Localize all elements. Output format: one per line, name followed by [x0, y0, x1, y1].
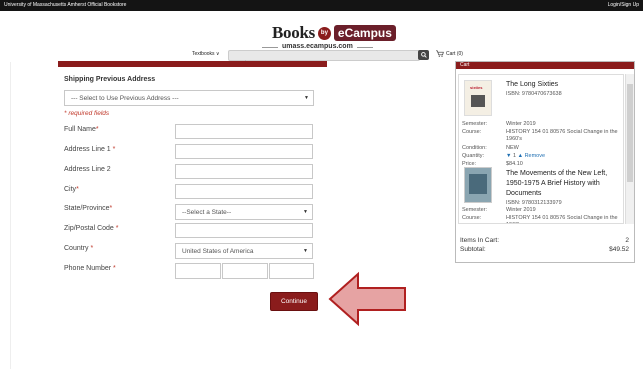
field-label-state: State/Province*	[64, 205, 113, 212]
course-label: Course:	[462, 129, 482, 135]
search-icon	[421, 52, 427, 58]
book-cover-text: sixties	[470, 85, 483, 90]
cart-item-list: sixties The Long Sixties ISBN: 978047067…	[458, 74, 624, 224]
quantity-value: 1	[512, 153, 517, 159]
phone-prefix-field[interactable]	[222, 263, 268, 279]
cart-link-label: Cart (0)	[446, 50, 463, 57]
chevron-down-icon: ▼	[303, 248, 308, 254]
state-select-value: --Select a State--	[182, 209, 232, 216]
logo-by-badge: by	[317, 26, 331, 40]
subtotal-value: $49.52	[609, 246, 629, 253]
cart-item-isbn: ISBN: 9780470673638	[506, 91, 562, 97]
phone-line-field[interactable]	[269, 263, 314, 279]
chevron-down-icon: ▼	[303, 209, 308, 215]
cart-panel-header: Cart	[456, 62, 634, 69]
cart-panel: Cart sixties The Long Sixties ISBN: 9780…	[455, 61, 635, 263]
phone-area-field[interactable]	[175, 263, 221, 279]
shipping-section-header	[58, 61, 327, 67]
textbooks-menu[interactable]: Textbooks ∨	[192, 51, 220, 57]
logo-ecampus-text: eCampus	[333, 25, 396, 41]
scrollbar-thumb[interactable]	[627, 84, 633, 182]
field-label-full-name: Full Name*	[64, 126, 99, 133]
full-name-field[interactable]	[175, 124, 313, 139]
quantity-label: Quantity:	[462, 153, 485, 159]
country-select-value: United States of America	[182, 248, 254, 255]
search-button[interactable]	[418, 50, 429, 60]
address-line-2-field[interactable]	[175, 164, 313, 179]
subtotal-label: Subtotal:	[460, 246, 486, 253]
cart-panel-title: Cart	[460, 62, 470, 68]
state-select[interactable]: --Select a State-- ▼	[175, 204, 313, 220]
decrease-icon[interactable]: ▼	[506, 153, 511, 159]
login-link[interactable]: Login/Sign Up	[608, 0, 639, 11]
required-note: * required fields	[64, 110, 110, 117]
cart-scrollbar[interactable]	[625, 74, 634, 224]
course-label: Course:	[462, 215, 482, 221]
items-in-cart-label: Items In Cart:	[460, 237, 500, 244]
book-cover-image: sixties	[464, 80, 492, 116]
textbooks-menu-label: Textbooks	[192, 51, 215, 57]
search-box	[228, 50, 420, 67]
brand-header: Books by eCampus umass.ecampus.com	[0, 11, 643, 50]
quantity-stepper[interactable]: ▼ 1 ▲ Remove	[506, 153, 545, 159]
top-bar: University of Massachusetts Amherst Offi…	[0, 0, 643, 11]
semester-value: Winter 2019	[506, 121, 536, 127]
store-name: University of Massachusetts Amherst Offi…	[4, 2, 127, 8]
increase-icon[interactable]: ▲	[518, 153, 523, 159]
logo-books-text: Books	[272, 23, 315, 42]
condition-label: Condition:	[462, 145, 487, 151]
continue-button[interactable]: Continue	[270, 292, 318, 311]
field-label-phone: Phone Number *	[64, 265, 116, 272]
page-border	[10, 62, 11, 369]
semester-label: Semester:	[462, 121, 488, 127]
site-url: umass.ecampus.com	[262, 43, 373, 50]
previous-address-heading: Shipping Previous Address	[64, 76, 156, 83]
city-field[interactable]	[175, 184, 313, 199]
zip-field[interactable]	[175, 223, 313, 238]
items-in-cart-value: 2	[625, 237, 629, 244]
field-label-address-2: Address Line 2	[64, 166, 111, 173]
field-label-country: Country *	[64, 245, 94, 252]
cart-item-isbn: ISBN: 9780312133979	[506, 200, 562, 206]
remove-link[interactable]: Remove	[525, 153, 545, 159]
semester-label: Semester:	[462, 207, 488, 213]
chevron-down-icon: ∨	[215, 51, 220, 57]
chevron-down-icon: ▼	[304, 95, 309, 101]
field-label-address-1: Address Line 1 *	[64, 146, 116, 153]
cart-link[interactable]: Cart (0)	[436, 50, 463, 57]
semester-value: Winter 2019	[506, 207, 536, 213]
country-select[interactable]: United States of America ▼	[175, 243, 313, 259]
cart-item-title[interactable]: The Movements of the New Left, 1950-1975…	[506, 169, 623, 199]
arrow-left-icon	[328, 271, 406, 327]
course-value: HISTORY 154 01 80576 Social Change in th…	[506, 215, 618, 223]
condition-value: NEW	[506, 145, 519, 151]
address-line-1-field[interactable]	[175, 144, 313, 159]
previous-address-select[interactable]: --- Select to Use Previous Address --- ▼	[64, 90, 314, 106]
cart-icon	[436, 50, 444, 57]
previous-address-select-value: --- Select to Use Previous Address ---	[71, 95, 179, 102]
field-label-zip: Zip/Postal Code *	[64, 225, 119, 232]
field-label-city: City*	[64, 186, 79, 193]
course-value: HISTORY 154 01 80576 Social Change in th…	[506, 129, 618, 142]
site-logo[interactable]: Books by eCampus	[272, 23, 396, 42]
book-cover-image	[464, 167, 492, 203]
price-value: $84.10	[506, 161, 523, 167]
cart-item-title[interactable]: The Long Sixties	[506, 81, 558, 88]
